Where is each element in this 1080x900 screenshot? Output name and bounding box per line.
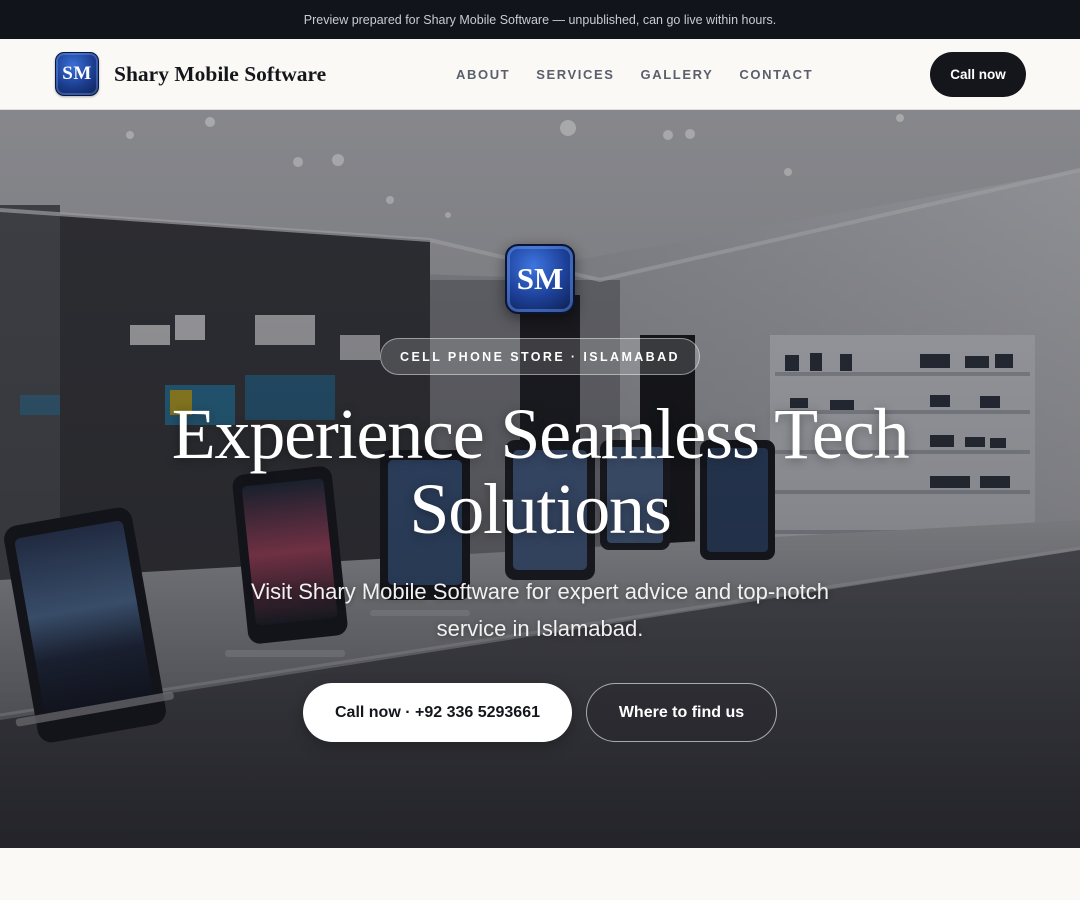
call-now-button[interactable]: Call now · +92 336 5293661 <box>303 683 572 742</box>
brand-link[interactable]: SM Shary Mobile Software <box>55 52 326 96</box>
hero-subtitle: Visit Shary Mobile Software for expert a… <box>250 579 829 641</box>
hero-title: Experience Seamless Tech Solutions <box>171 394 910 549</box>
brand-logo: SM <box>55 52 99 96</box>
brand-name: Shary Mobile Software <box>114 61 327 86</box>
hero-section: SM CELL PHONE STORE · ISLAMABAD Experien… <box>0 110 1080 848</box>
main-nav: ABOUT SERVICES GALLERY CONTACT <box>456 39 813 110</box>
preview-banner: Preview prepared for Shary Mobile Softwa… <box>0 0 1080 39</box>
hero-category-tag: CELL PHONE STORE · ISLAMABAD <box>380 338 700 375</box>
nav-link-gallery[interactable]: GALLERY <box>641 67 714 82</box>
next-section <box>0 848 1080 900</box>
header-call-button[interactable]: Call now <box>930 52 1026 97</box>
hero-content: SM CELL PHONE STORE · ISLAMABAD Experien… <box>0 110 1080 848</box>
hero-actions: Call now · +92 336 5293661 Where to find… <box>303 683 777 742</box>
nav-link-contact[interactable]: CONTACT <box>739 67 813 82</box>
nav-link-about[interactable]: ABOUT <box>456 67 510 82</box>
site-header: SM Shary Mobile Software ABOUT SERVICES … <box>0 39 1080 110</box>
nav-link-services[interactable]: SERVICES <box>536 67 614 82</box>
preview-banner-text: Preview prepared for Shary Mobile Softwa… <box>303 12 777 27</box>
where-to-find-us-button[interactable]: Where to find us <box>586 683 777 742</box>
hero-logo: SM <box>505 244 575 314</box>
